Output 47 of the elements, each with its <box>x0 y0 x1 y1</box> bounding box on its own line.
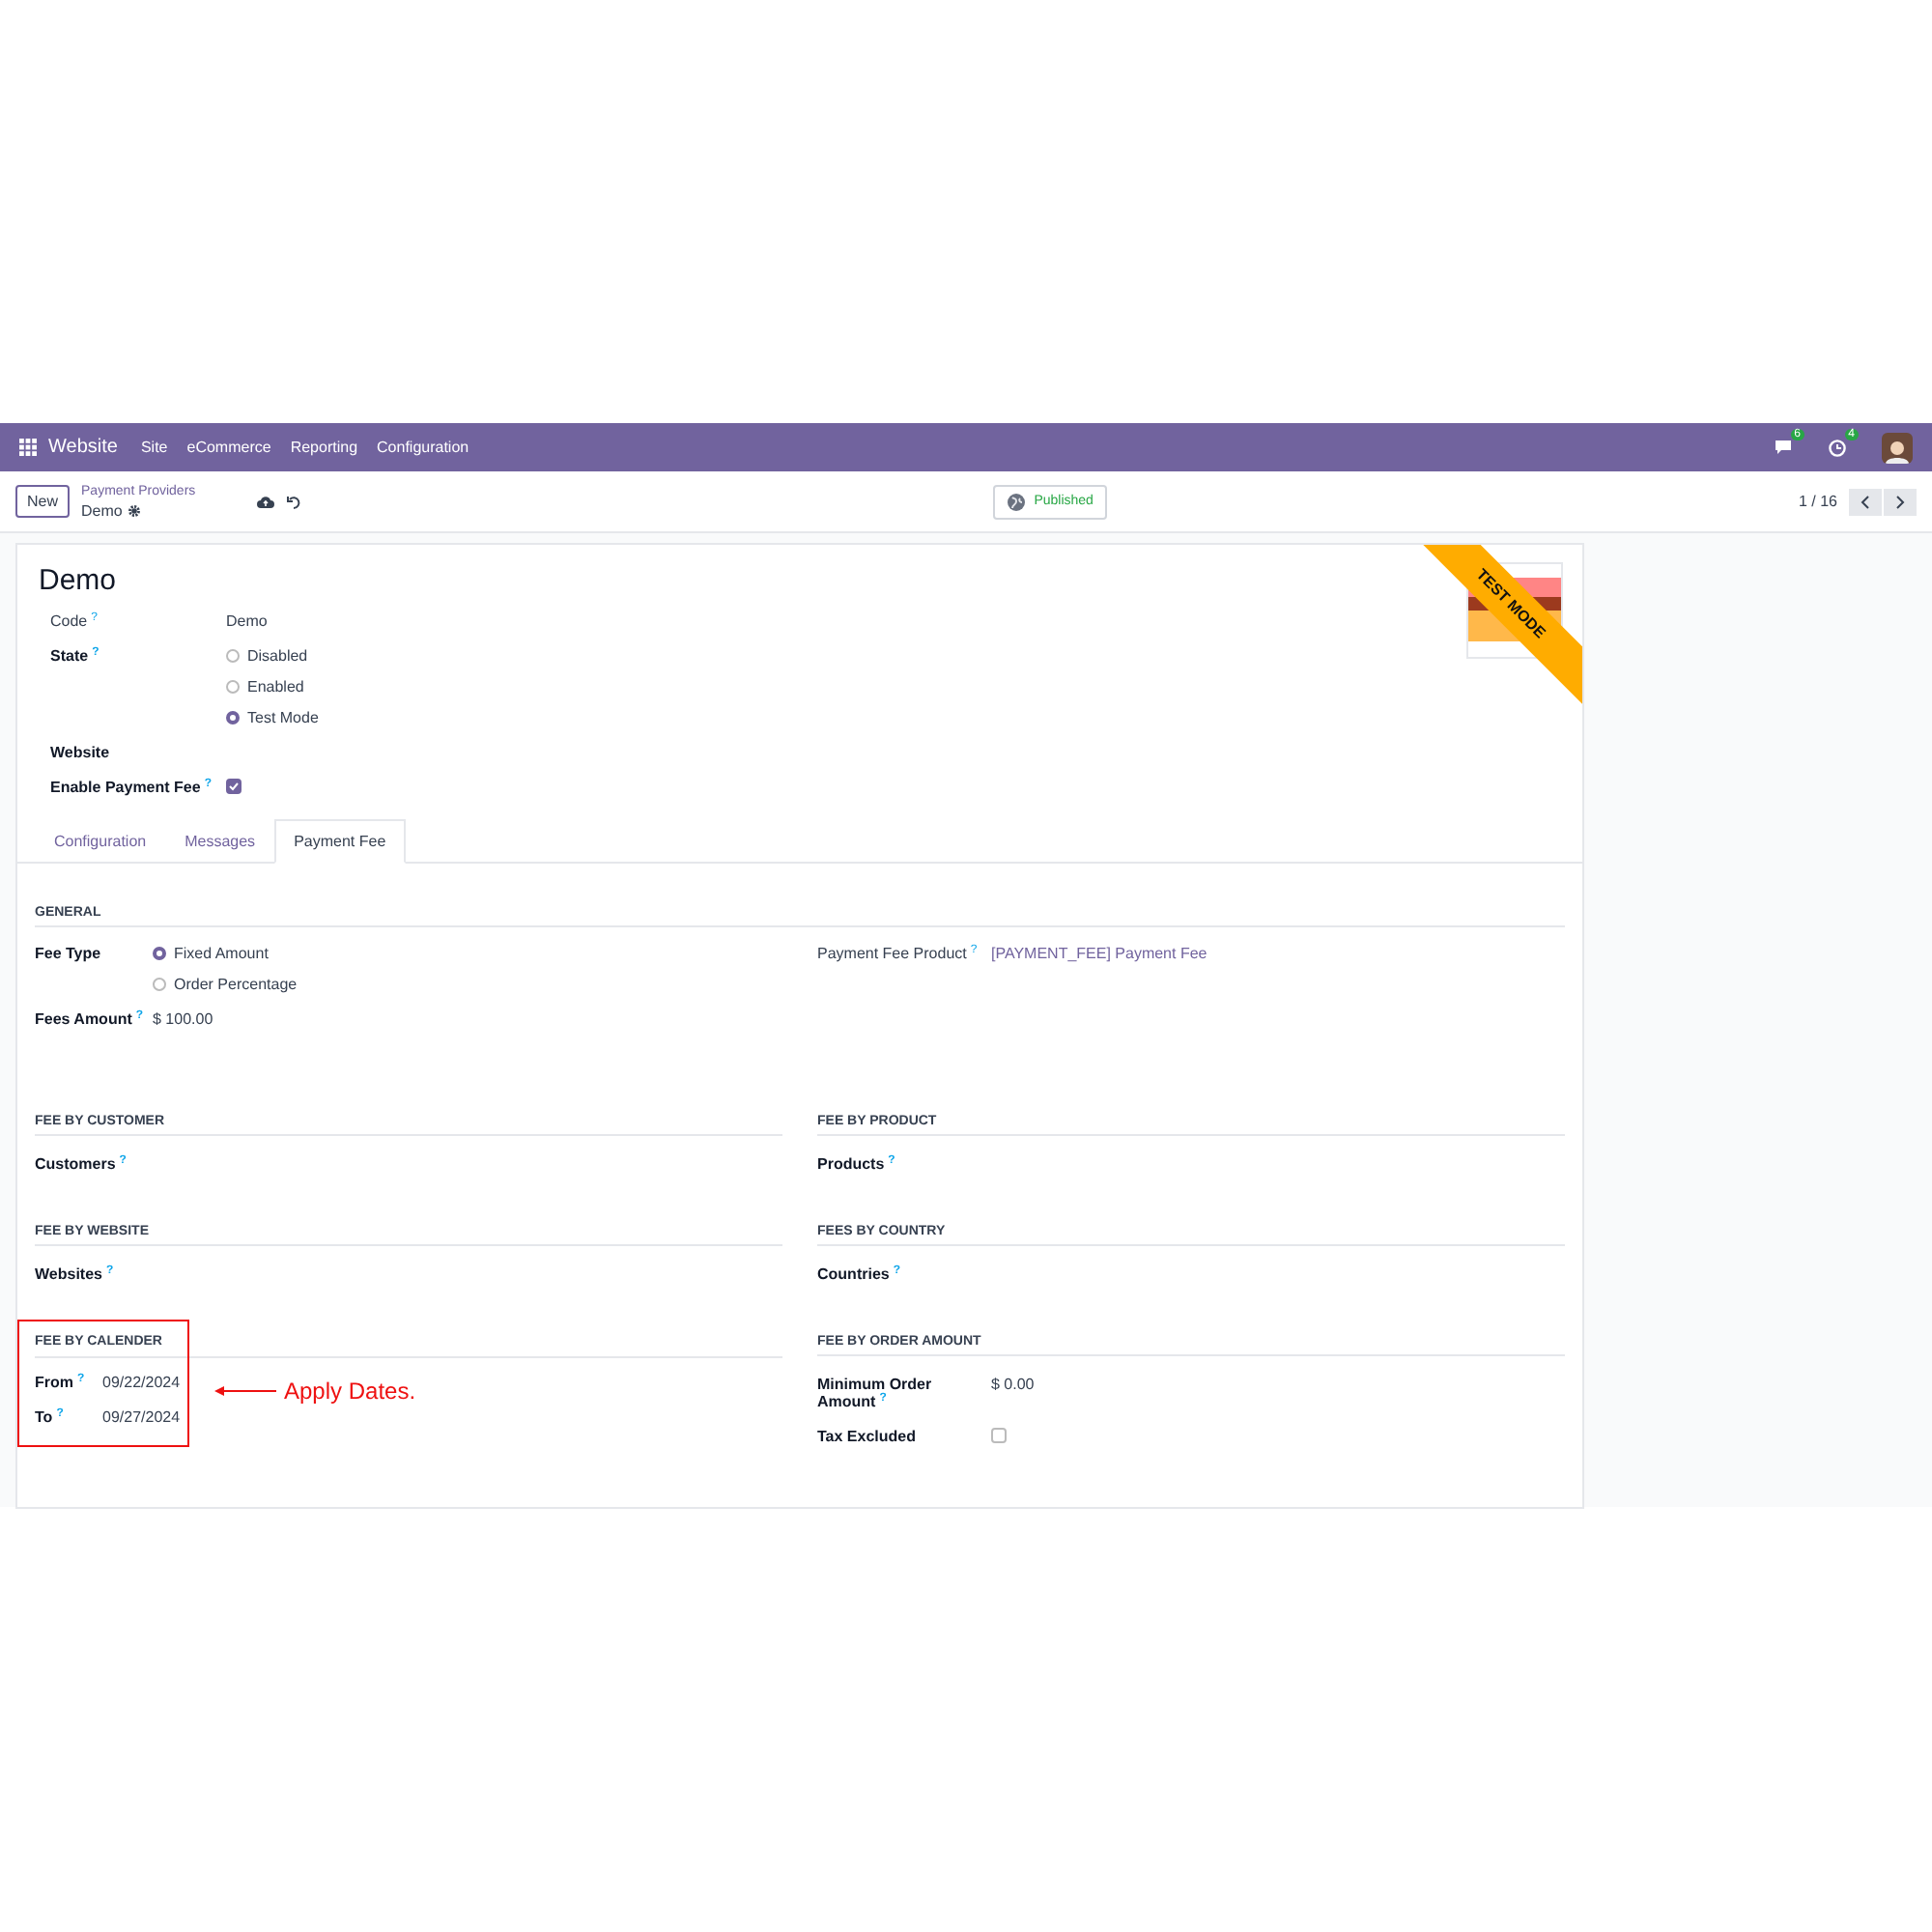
radio-button[interactable] <box>153 978 166 991</box>
menu-item[interactable]: Reporting <box>290 439 358 456</box>
checkbox[interactable] <box>226 779 242 794</box>
radio-label: Fixed Amount <box>174 945 269 962</box>
chevron-left-icon <box>1861 494 1870 509</box>
next-button[interactable] <box>1884 488 1917 515</box>
field-value[interactable]: $ 100.00 <box>153 1010 213 1028</box>
undo-icon[interactable] <box>286 494 302 509</box>
field-label: Website <box>50 744 110 761</box>
arrow-icon <box>214 1385 276 1397</box>
check-icon <box>228 781 240 792</box>
product-link[interactable]: [PAYMENT_FEE] Payment Fee <box>991 945 1208 962</box>
tab[interactable]: Configuration <box>35 819 166 864</box>
field-value[interactable]: 09/27/2024 <box>102 1408 181 1426</box>
radio-button[interactable] <box>226 680 240 694</box>
record-name: Demo <box>81 501 123 521</box>
app-name[interactable]: Website <box>48 437 118 458</box>
pager-value[interactable]: 1 / 16 <box>1798 493 1837 510</box>
menu-item[interactable]: Configuration <box>377 439 469 456</box>
field-value[interactable]: 09/22/2024 <box>102 1374 181 1391</box>
cloud-upload-icon[interactable] <box>257 495 275 508</box>
field-value[interactable]: Demo <box>226 612 268 630</box>
record-title: Demo <box>39 564 117 597</box>
menu-item[interactable]: eCommerce <box>186 439 271 456</box>
field-value[interactable]: $ 0.00 <box>991 1376 1035 1393</box>
radio-label: Disabled <box>247 647 308 665</box>
radio-button[interactable] <box>153 947 166 960</box>
tab[interactable]: Messages <box>165 819 275 864</box>
radio-button[interactable] <box>226 711 240 724</box>
radio-button[interactable] <box>226 649 240 663</box>
clock-icon[interactable] <box>1828 438 1847 457</box>
new-button[interactable]: New <box>15 485 71 518</box>
previous-button[interactable] <box>1849 488 1882 515</box>
field-label: Tax Excluded <box>817 1428 916 1445</box>
field-label: Fee Type <box>35 945 101 962</box>
radio-label: Test Mode <box>247 709 319 726</box>
annotation-text: Apply Dates. <box>284 1378 416 1405</box>
checkbox[interactable] <box>991 1428 1007 1443</box>
chat-icon[interactable] <box>1774 439 1793 456</box>
radio-label: Enabled <box>247 678 304 696</box>
menu-item[interactable]: Site <box>140 439 168 456</box>
chevron-right-icon <box>1895 494 1905 509</box>
user-avatar[interactable] <box>1882 432 1913 463</box>
radio-label: Order Percentage <box>174 976 298 993</box>
tab[interactable]: Payment Fee <box>274 819 406 864</box>
apps-menu-icon[interactable] <box>19 439 37 456</box>
settings-icon[interactable] <box>128 504 142 518</box>
